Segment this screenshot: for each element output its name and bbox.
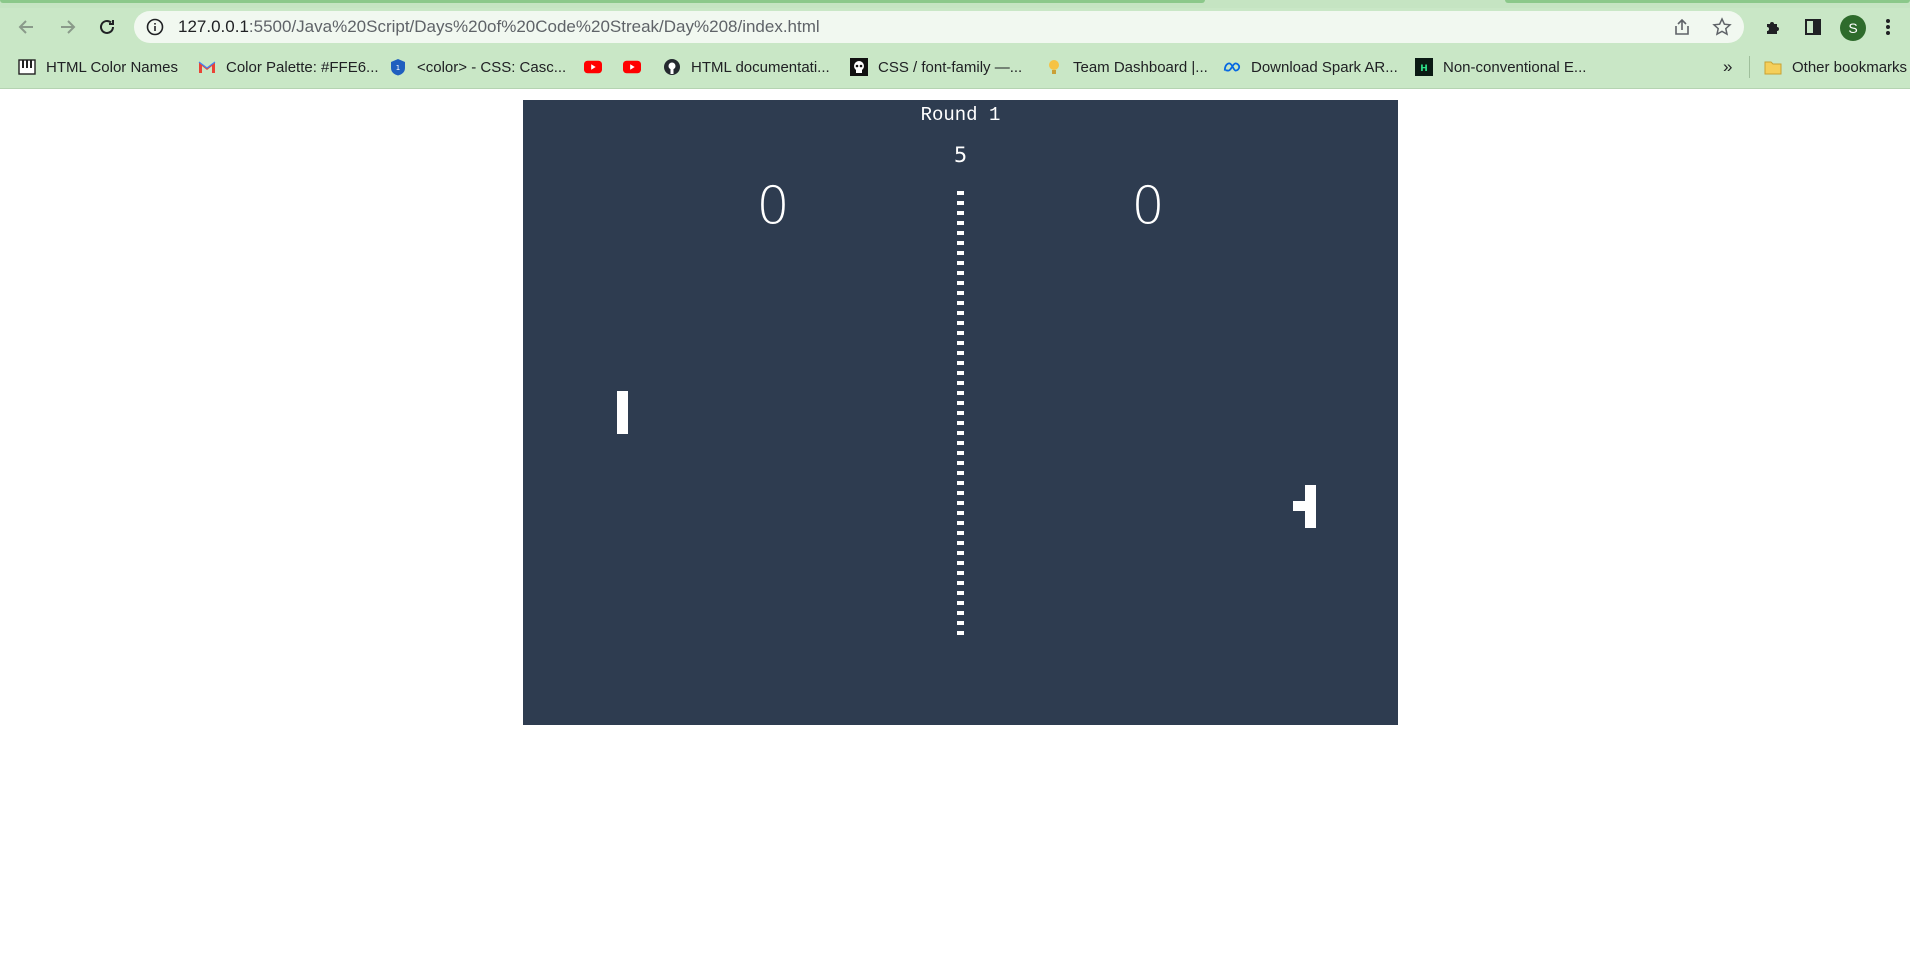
countdown-timer: 5 bbox=[953, 143, 968, 167]
bookmark-color-palette[interactable]: Color Palette: #FFE6... bbox=[198, 46, 379, 88]
svg-text:H: H bbox=[1420, 64, 1428, 74]
url-text[interactable]: 127.0.0.1:5500/Java%20Script/Days%20of%2… bbox=[178, 11, 820, 43]
bookmarks-bar: HTML Color Names Color Palette: #FFE6...… bbox=[0, 46, 1910, 89]
url-host: 127.0.0.1 bbox=[178, 17, 249, 36]
lightbulb-icon bbox=[1045, 58, 1063, 76]
tab-strip bbox=[0, 0, 1910, 8]
bookmark-html-documentation[interactable]: HTML documentati... bbox=[663, 46, 830, 88]
overflow-chevron: » bbox=[1723, 57, 1733, 76]
right-paddle bbox=[1305, 485, 1316, 528]
extensions-icon[interactable] bbox=[1760, 14, 1786, 40]
youtube-icon bbox=[623, 58, 641, 76]
youtube-icon bbox=[584, 58, 602, 76]
tab-indicator bbox=[1505, 0, 1910, 3]
left-paddle bbox=[617, 391, 628, 434]
bookmark-star-icon[interactable] bbox=[1711, 16, 1733, 38]
skull-icon bbox=[850, 58, 868, 76]
round-label: Round 1 bbox=[920, 104, 1001, 126]
bookmark-download-spark-ar[interactable]: Download Spark AR... bbox=[1223, 46, 1398, 88]
bookmark-youtube-2[interactable] bbox=[623, 46, 651, 88]
bookmark-label: HTML documentati... bbox=[691, 58, 830, 76]
forward-arrow-icon bbox=[61, 20, 76, 34]
bookmark-label: Team Dashboard |... bbox=[1073, 58, 1208, 76]
bookmark-youtube-1[interactable] bbox=[584, 46, 612, 88]
pong-game-board[interactable]: Round 1 5 0 0 bbox=[523, 100, 1398, 725]
back-arrow-icon bbox=[18, 20, 33, 34]
url-path: :5500/Java%20Script/Days%20of%20Code%20S… bbox=[248, 17, 820, 36]
reload-icon bbox=[100, 19, 114, 34]
folder-icon bbox=[1764, 58, 1782, 76]
profile-avatar[interactable]: S bbox=[1840, 15, 1866, 41]
player-score-right: 0 bbox=[1131, 176, 1165, 236]
gmail-icon bbox=[198, 58, 216, 76]
bookmark-label: <color> - CSS: Casc... bbox=[417, 58, 567, 76]
back-button[interactable] bbox=[12, 12, 42, 42]
svg-text:1: 1 bbox=[396, 64, 400, 72]
browser-toolbar: 127.0.0.1:5500/Java%20Script/Days%20of%2… bbox=[0, 8, 1910, 46]
center-net bbox=[957, 191, 964, 639]
bookmark-label: CSS / font-family —... bbox=[878, 58, 1023, 76]
bookmark-label: Color Palette: #FFE6... bbox=[226, 58, 379, 76]
piano-icon bbox=[18, 58, 36, 76]
forward-button[interactable] bbox=[52, 12, 82, 42]
bookmark-css-font-family[interactable]: CSS / font-family —... bbox=[850, 46, 1022, 88]
hb-icon: H bbox=[1415, 58, 1433, 76]
bookmark-label: Non-conventional E... bbox=[1443, 58, 1587, 76]
bookmark-label: HTML Color Names bbox=[46, 58, 178, 76]
active-tab-indicator bbox=[0, 0, 1205, 3]
mdn-shield-icon: 1 bbox=[389, 58, 407, 76]
share-icon[interactable] bbox=[1671, 16, 1693, 38]
menu-kebab-icon[interactable] bbox=[1880, 14, 1896, 40]
bookmark-label: Download Spark AR... bbox=[1251, 58, 1398, 76]
site-info-icon[interactable] bbox=[146, 18, 164, 36]
bookmark-label: Other bookmarks bbox=[1792, 58, 1908, 76]
bookmarks-divider bbox=[1749, 56, 1750, 78]
other-bookmarks-folder[interactable]: Other bookmarks bbox=[1764, 46, 1907, 88]
player-score-left: 0 bbox=[756, 176, 790, 236]
bookmark-html-color-names[interactable]: HTML Color Names bbox=[18, 46, 178, 88]
address-bar[interactable]: 127.0.0.1:5500/Java%20Script/Days%20of%2… bbox=[134, 11, 1744, 43]
side-panel-icon[interactable] bbox=[1800, 14, 1826, 40]
bookmarks-overflow-button[interactable]: » bbox=[1723, 46, 1732, 88]
meta-icon bbox=[1223, 58, 1241, 76]
bookmark-team-dashboard[interactable]: Team Dashboard |... bbox=[1045, 46, 1208, 88]
ball bbox=[1293, 501, 1305, 511]
bookmark-mdn-color[interactable]: 1 <color> - CSS: Casc... bbox=[389, 46, 566, 88]
reload-button[interactable] bbox=[92, 12, 122, 42]
bookmark-non-conventional[interactable]: H Non-conventional E... bbox=[1415, 46, 1586, 88]
github-icon bbox=[663, 58, 681, 76]
